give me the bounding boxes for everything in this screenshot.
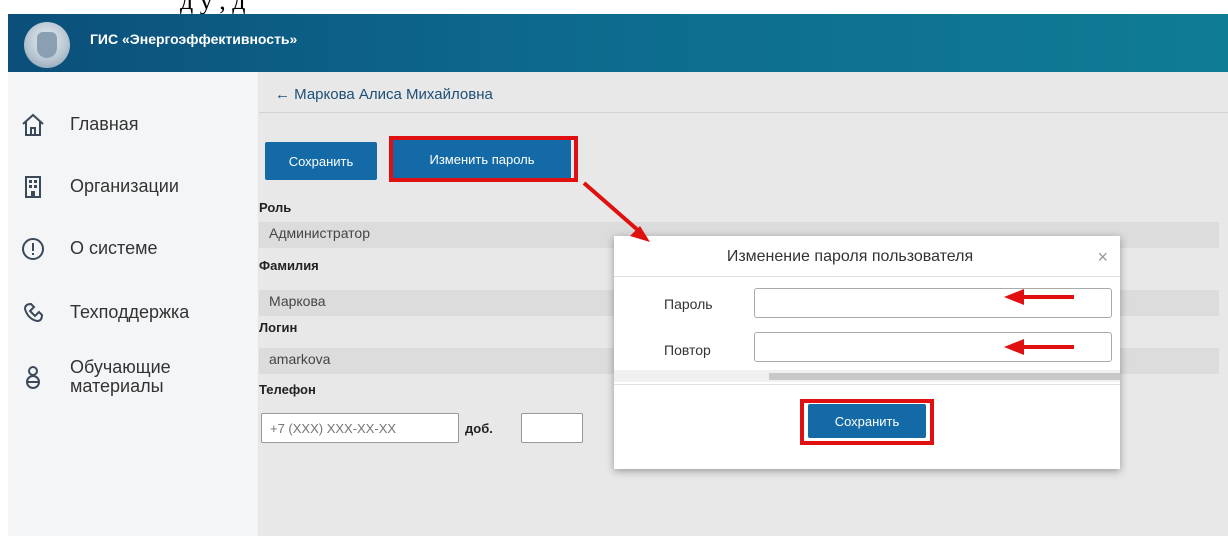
sidebar: Главная Организации О системе Техподдерж… [8, 72, 259, 536]
password-label: Пароль [664, 296, 713, 312]
highlight-frame [389, 136, 578, 182]
save-button[interactable]: Сохранить [265, 142, 377, 180]
role-label: Роль [259, 200, 292, 215]
app-header: ГИС «Энергоэффективность» [8, 14, 1228, 72]
sidebar-item-learning[interactable]: Обучающие материалы [8, 358, 258, 398]
repeat-label: Повтор [664, 342, 711, 358]
change-password-dialog: Изменение пароля пользователя × Пароль П… [614, 236, 1120, 469]
app-title: ГИС «Энергоэффективность» [90, 31, 298, 47]
dialog-divider [614, 276, 1120, 277]
learning-icon [20, 364, 46, 390]
phone-label: Телефон [259, 382, 316, 397]
sidebar-item-label-line2: материалы [70, 376, 164, 396]
scrollbar-thumb[interactable] [769, 373, 1120, 380]
password-input[interactable] [754, 288, 1112, 318]
breadcrumb-divider [259, 112, 1228, 113]
cropped-caption-text: д у , д [180, 0, 245, 14]
support-icon [20, 300, 46, 326]
ext-label: доб. [465, 421, 493, 436]
highlight-frame [800, 399, 934, 445]
sidebar-item-label: Организации [70, 176, 179, 196]
sidebar-item-label-line1: Обучающие [70, 357, 171, 377]
sidebar-item-label: О системе [70, 238, 158, 258]
phone-input[interactable] [261, 413, 459, 443]
sidebar-item-label: Техподдержка [70, 302, 190, 322]
info-icon [20, 236, 46, 262]
close-icon[interactable]: × [1097, 247, 1108, 268]
sidebar-item-about[interactable]: О системе [8, 230, 258, 270]
sidebar-item-label: Главная [70, 114, 139, 134]
login-label: Логин [259, 320, 298, 335]
ext-input[interactable] [521, 413, 583, 443]
breadcrumb[interactable]: ← Маркова Алиса Михайловна [275, 86, 493, 103]
building-icon [20, 174, 46, 200]
emblem-icon [24, 22, 70, 68]
sidebar-item-organizations[interactable]: Организации [8, 168, 258, 208]
repeat-password-input[interactable] [754, 332, 1112, 362]
cropped-caption: д у , д [0, 0, 1228, 14]
dialog-footer-divider [614, 384, 1120, 385]
horizontal-scrollbar[interactable] [614, 370, 1120, 382]
dialog-title: Изменение пароля пользователя [726, 248, 974, 265]
sidebar-item-home[interactable]: Главная [8, 106, 258, 146]
home-icon [20, 112, 46, 138]
sidebar-item-label: Обучающие материалы [70, 358, 171, 396]
sidebar-item-support[interactable]: Техподдержка [8, 294, 258, 334]
surname-label: Фамилия [259, 258, 319, 273]
